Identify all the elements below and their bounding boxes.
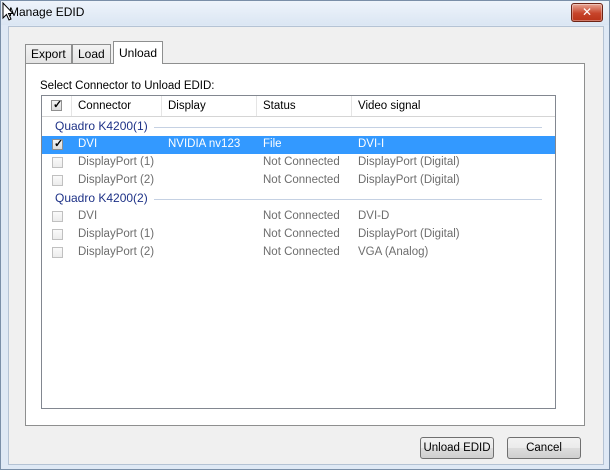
group-header: Quadro K4200(2)	[42, 190, 555, 208]
checkmark-icon: ✓	[53, 99, 63, 111]
list-item[interactable]: DisplayPort (2) Not Connected DisplayPort …	[42, 172, 555, 190]
row-checkbox[interactable]: ✓	[52, 138, 64, 150]
group-separator	[154, 127, 542, 128]
video-signal-cell: DVI-D	[358, 210, 390, 222]
video-signal-cell: DVI-I	[358, 138, 385, 150]
manage-edid-window: Manage EDID ✕ Export Load Unload Select …	[0, 0, 610, 470]
select-connector-label: Select Connector to Unload EDID:	[40, 80, 215, 92]
tab-load[interactable]: Load	[72, 44, 111, 64]
list-item[interactable]: DisplayPort (1) Not Connected DisplayPort …	[42, 226, 555, 244]
dialog-client-area: Export Load Unload Select Connector to U…	[8, 26, 604, 465]
close-button[interactable]: ✕	[571, 3, 603, 22]
connector-cell: DisplayPort (1)	[78, 228, 155, 240]
status-cell: Not Connected	[263, 246, 340, 258]
group-header: Quadro K4200(1)	[42, 118, 555, 136]
list-header: ✓ Connector Display Status Video signal	[42, 96, 555, 117]
connector-cell: DVI	[78, 210, 98, 222]
connector-cell: DisplayPort (2)	[78, 174, 155, 186]
column-header-connector[interactable]: Connector	[72, 96, 162, 116]
checkmark-icon: ✓	[54, 138, 64, 150]
video-signal-cell: DisplayPort (Digital)	[358, 228, 460, 240]
list-item[interactable]: DisplayPort (2) Not Connected VGA (Analog)	[42, 244, 555, 262]
group-title: Quadro K4200(1)	[55, 119, 148, 133]
connector-cell: DisplayPort (2)	[78, 246, 155, 258]
status-cell: Not Connected	[263, 228, 340, 240]
tab-export[interactable]: Export	[25, 44, 72, 64]
connector-cell: DisplayPort (1)	[78, 156, 155, 168]
list-item[interactable]: DVI Not Connected DVI-D	[42, 208, 555, 226]
status-cell: Not Connected	[263, 156, 340, 168]
connector-list[interactable]: ✓ Connector Display Status Video signal …	[41, 95, 556, 409]
header-select-all[interactable]: ✓	[42, 96, 72, 116]
tab-unload[interactable]: Unload	[113, 41, 164, 64]
mouse-cursor-icon	[2, 2, 14, 21]
status-cell: File	[263, 138, 282, 150]
row-checkbox[interactable]	[52, 157, 63, 168]
connector-cell: DVI	[78, 138, 98, 150]
row-checkbox[interactable]	[52, 247, 63, 258]
close-icon: ✕	[581, 5, 593, 19]
status-cell: Not Connected	[263, 174, 340, 186]
window-title: Manage EDID	[9, 5, 85, 19]
video-signal-cell: DisplayPort (Digital)	[358, 156, 460, 168]
display-cell: NVIDIA nv123	[168, 138, 241, 150]
column-header-display[interactable]: Display	[162, 96, 257, 116]
cancel-button[interactable]: Cancel	[507, 437, 581, 459]
column-header-status[interactable]: Status	[257, 96, 352, 116]
select-all-checkbox[interactable]: ✓	[51, 99, 63, 111]
unload-tab-panel: Select Connector to Unload EDID: ✓ Conne…	[25, 63, 585, 426]
row-checkbox[interactable]	[52, 229, 63, 240]
row-checkbox[interactable]	[52, 211, 63, 222]
video-signal-cell: DisplayPort (Digital)	[358, 174, 460, 186]
group-title: Quadro K4200(2)	[55, 191, 148, 205]
status-cell: Not Connected	[263, 210, 340, 222]
column-header-video-signal[interactable]: Video signal	[352, 96, 555, 116]
list-item[interactable]: DisplayPort (1) Not Connected DisplayPort …	[42, 154, 555, 172]
list-item[interactable]: ✓ DVI NVIDIA nv123 File DVI-I	[42, 136, 555, 154]
title-bar[interactable]: Manage EDID ✕	[1, 1, 609, 25]
group-separator	[154, 199, 542, 200]
row-checkbox[interactable]	[52, 175, 63, 186]
video-signal-cell: VGA (Analog)	[358, 246, 429, 258]
unload-edid-button[interactable]: Unload EDID	[420, 437, 494, 459]
